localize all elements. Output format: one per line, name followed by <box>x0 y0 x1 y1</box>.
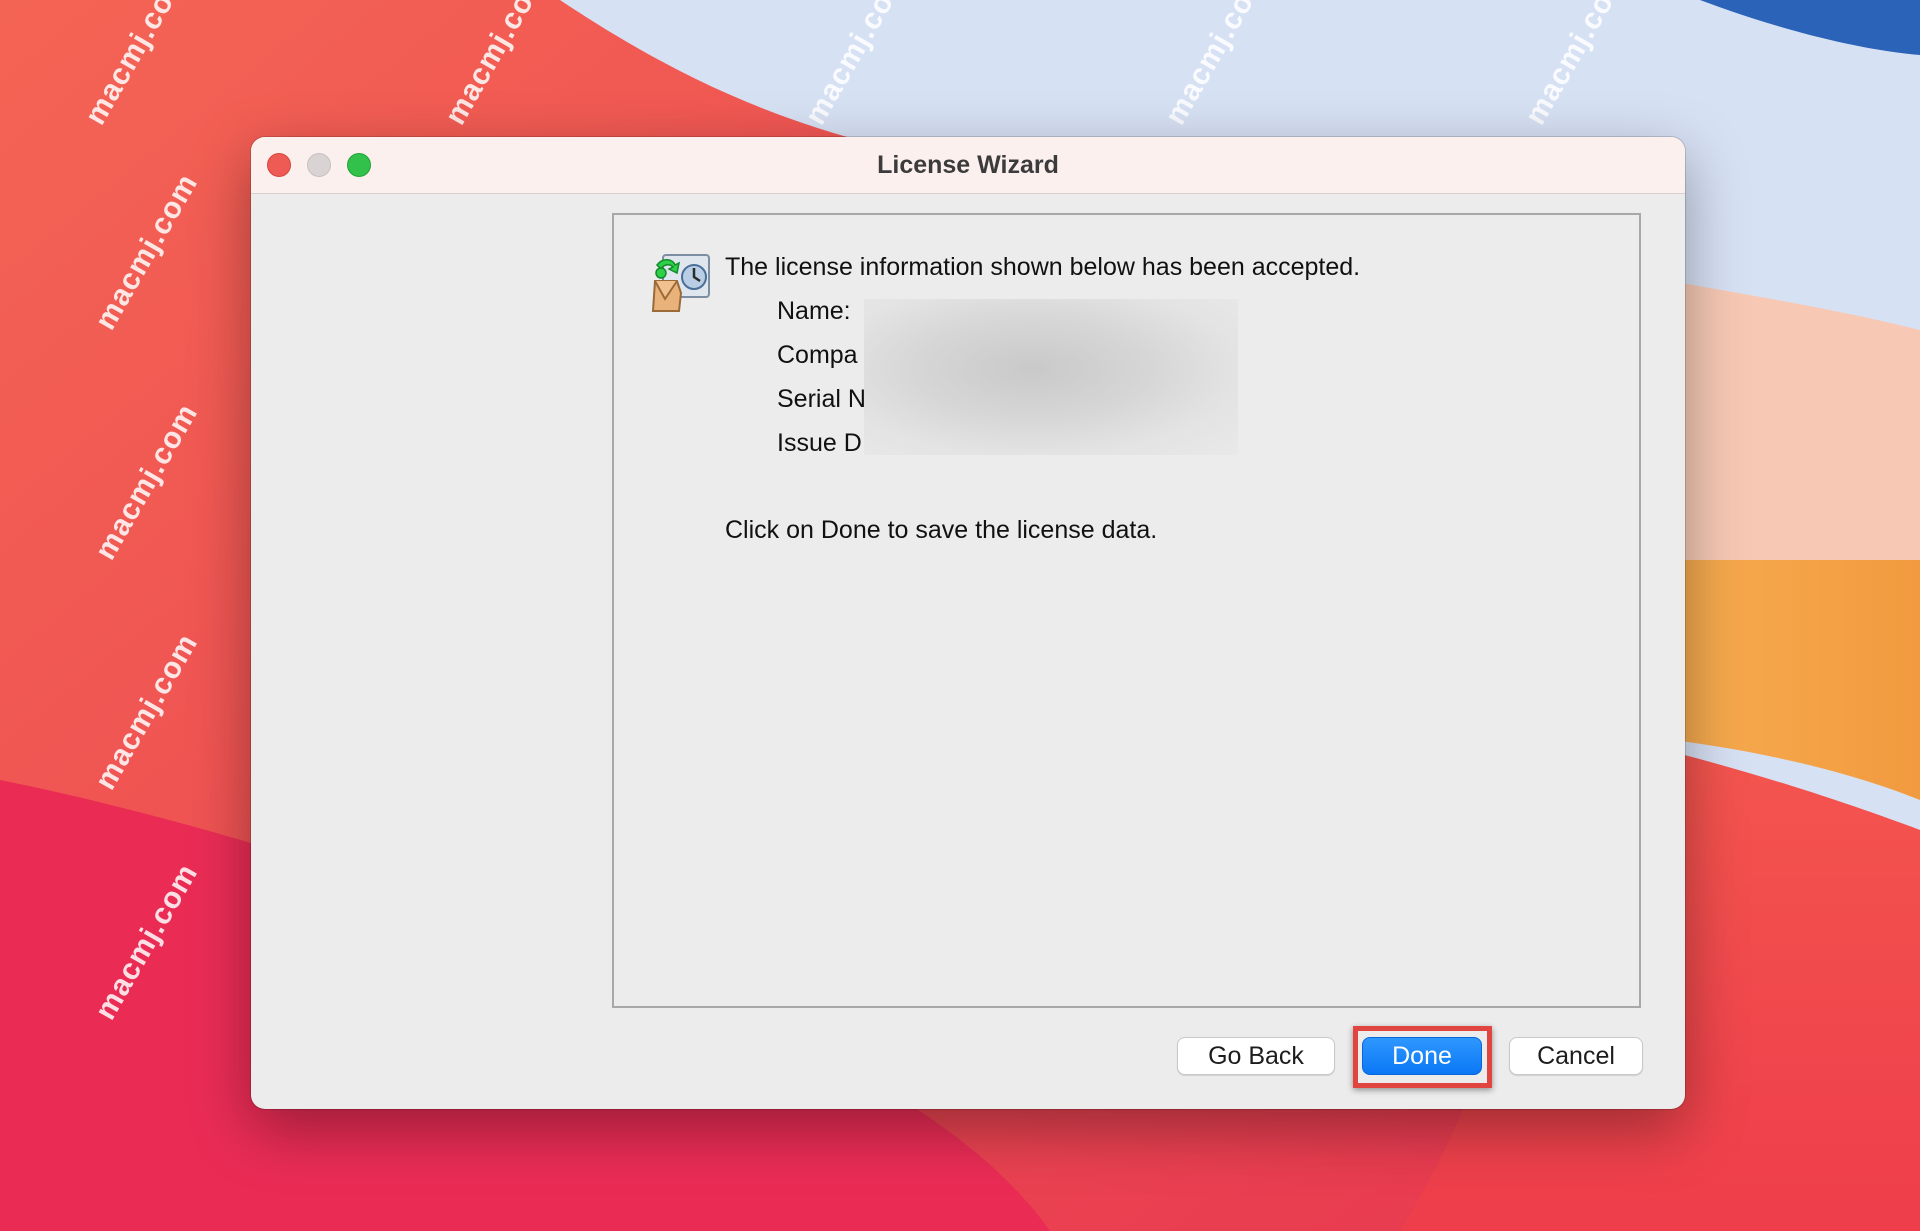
accepted-message: The license information shown below has … <box>725 253 1361 281</box>
title-bar[interactable]: License Wizard <box>251 137 1685 194</box>
go-back-button[interactable]: Go Back <box>1177 1037 1335 1075</box>
content-panel: The license information shown below has … <box>612 213 1641 1008</box>
instruction-text: Click on Done to save the license data. <box>725 516 1158 544</box>
name-label: Name: <box>777 297 851 325</box>
license-certificate-icon <box>651 254 710 312</box>
cancel-button[interactable]: Cancel <box>1509 1037 1643 1075</box>
license-wizard-window: License Wizard The license information s… <box>251 137 1685 1109</box>
issue-date-label: Issue D <box>777 429 862 457</box>
window-title: License Wizard <box>877 151 1059 179</box>
company-label: Compa <box>777 341 858 369</box>
done-button[interactable]: Done <box>1362 1037 1482 1075</box>
redacted-license-details <box>864 299 1238 455</box>
serial-number-label: Serial N <box>777 385 866 413</box>
